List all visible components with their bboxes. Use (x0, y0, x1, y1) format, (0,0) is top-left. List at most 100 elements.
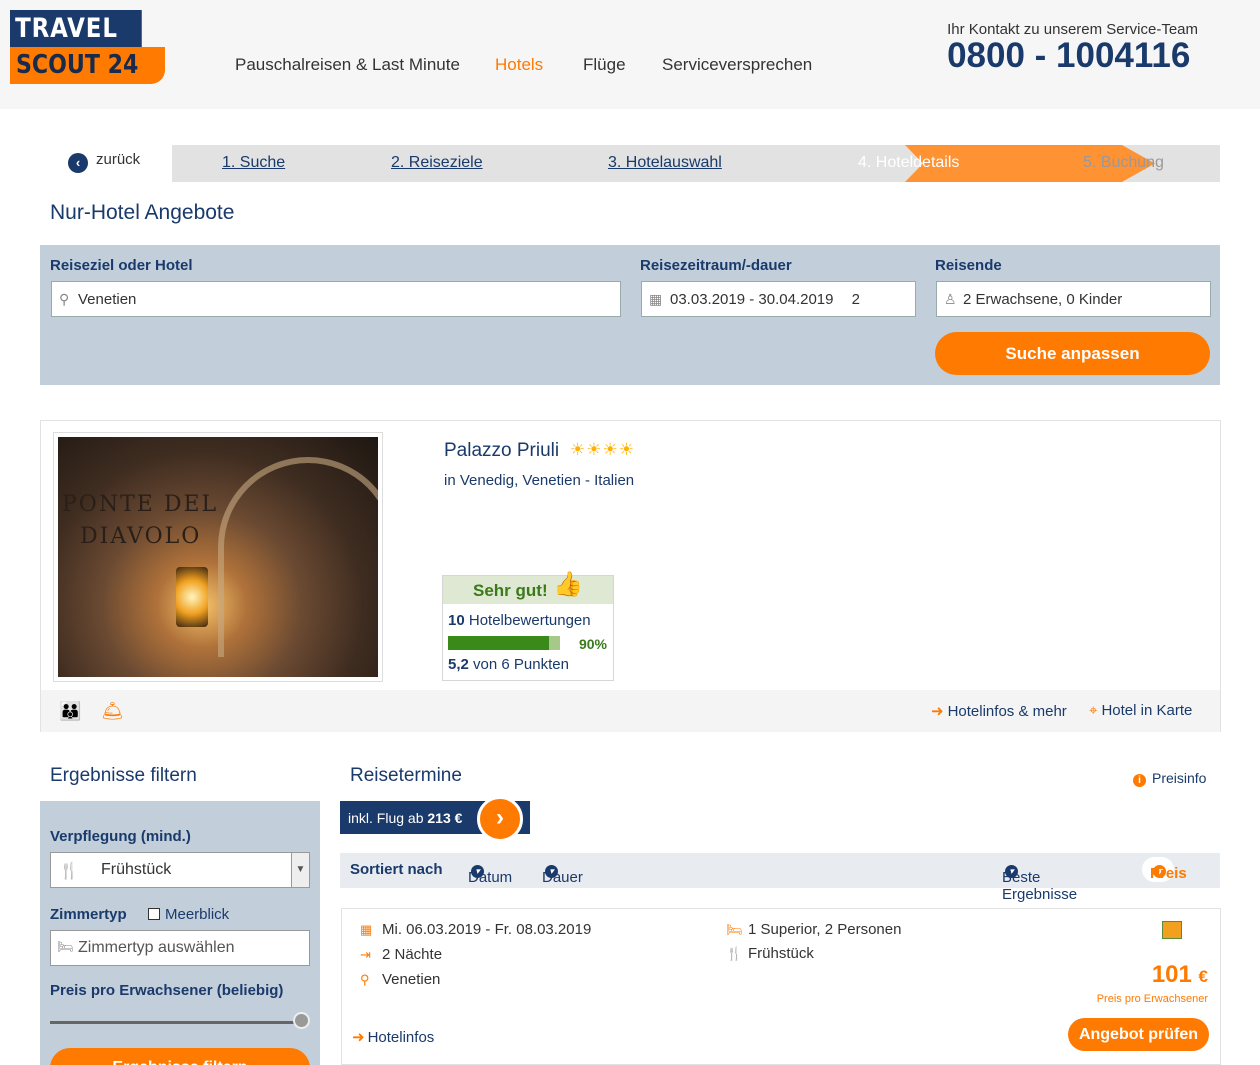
info-icon: i (1133, 774, 1146, 787)
recommend-bar-fill (448, 636, 549, 650)
score-value: 5,2 (448, 656, 469, 673)
sort-price[interactable]: Preis ▾ (1142, 857, 1187, 882)
check-offer-button[interactable]: Angebot prüfen (1068, 1018, 1209, 1051)
flight-offer-arrow-button[interactable]: › (477, 796, 523, 842)
step-reiseziele[interactable]: 2. Reiseziele (391, 154, 483, 172)
price-slider[interactable] (50, 1021, 308, 1024)
chevron-circle-icon: ➜ (931, 703, 944, 720)
offer-hotelinfo-link[interactable]: ➜ Hotelinfos (352, 1028, 434, 1046)
board-select[interactable]: 🍴 Frühstück ▼ (50, 852, 310, 888)
date-input[interactable]: ▦ 03.03.2019 - 30.04.2019 2 (641, 281, 916, 317)
family-icon: 👪 (59, 701, 82, 721)
seaview-checkbox[interactable]: Meerblick (148, 906, 229, 923)
hotel-footer: 👪 🛎 ➜ Hotelinfos & mehr ⌖ Hotel in Karte (41, 690, 1220, 732)
travelers-input[interactable]: ♙ 2 Erwachsene, 0 Kinder (936, 281, 1211, 317)
step-suche[interactable]: 1. Suche (222, 154, 285, 172)
filter-panel: Verpflegung (mind.) 🍴 Frühstück ▼ Zimmer… (40, 801, 320, 1065)
sort-date[interactable]: Datum ▾ (468, 861, 512, 886)
back-link[interactable]: ‹ zurück (68, 151, 140, 173)
price-slider-handle[interactable] (293, 1012, 310, 1029)
sort-duration[interactable]: Dauer ▾ (542, 861, 583, 886)
tour-operator-logo (1162, 921, 1182, 939)
destination-label: Reiseziel oder Hotel (50, 257, 193, 274)
sort-best[interactable]: Beste Ergebnisse ▾ (1002, 861, 1077, 903)
offer-nights: 2 Nächte (382, 946, 443, 963)
nav-pauschalreisen[interactable]: Pauschalreisen & Last Minute (235, 55, 460, 75)
sort-best-label: Beste Ergebnisse (1002, 869, 1078, 903)
offer-card: ▦ Mi. 06.03.2019 - Fr. 08.03.2019 ⇥ 2 Näch… (341, 908, 1221, 1065)
room-type-select[interactable]: 🛏 Zimmertyp auswählen (50, 930, 310, 966)
sort-bar: Sortiert nach Datum ▾ Dauer ▾ Beste Ergebn… (340, 853, 1220, 903)
chevron-down-icon: ▼ (291, 853, 309, 887)
rating-label: Sehr gut! (473, 581, 548, 600)
step-buchung: 5. Buchung (1083, 154, 1164, 171)
calendar-icon: ▦ (360, 922, 373, 937)
destination-input[interactable]: ⚲ Venetien (51, 281, 621, 317)
rating-box[interactable]: Sehr gut! 👍 10 Hotelbewertungen 90% 5,2 … (442, 571, 614, 681)
room-type-placeholder: Zimmertyp auswählen (78, 939, 235, 956)
reviews-count: 10 (448, 612, 465, 629)
offer-price-label: Preis pro Erwachsener (1096, 993, 1208, 1005)
offer-price: 101 (1151, 961, 1192, 988)
hotel-map-label: Hotel in Karte (1101, 702, 1193, 719)
recommend-bar (448, 636, 560, 650)
board-label: Verpflegung (mind.) (50, 828, 191, 845)
offer-hotelinfo-label: Hotelinfos (367, 1029, 435, 1046)
checkbox-box (148, 908, 160, 920)
cutlery-icon: 🍴 (726, 946, 743, 961)
results-title: Reisetermine (350, 765, 462, 786)
bed-icon: 🛏 (57, 939, 74, 954)
progress-steps: ‹ zurück 1. Suche 2. Reiseziele 3. Hotela… (60, 145, 1220, 182)
travelers-label: Reisende (935, 257, 1002, 274)
offer-room: 1 Superior, 2 Personen (748, 921, 902, 938)
offer-region: Venetien (382, 971, 441, 988)
reviews-text: Hotelbewertungen (468, 612, 591, 629)
sort-duration-label: Dauer (542, 869, 583, 886)
sort-date-label: Datum (468, 869, 513, 886)
price-info-link[interactable]: i Preisinfo (1133, 770, 1206, 787)
hotel-photo[interactable]: PONTE DEL DIAVOLO (53, 432, 383, 682)
price-label: Preis pro Erwachsener (beliebig) (50, 982, 284, 999)
chevron-circle-icon: ➜ (352, 1029, 365, 1046)
step-hoteldetails: 4. Hoteldetails (858, 154, 960, 171)
sort-price-label: Preis (1150, 865, 1187, 882)
page-title: Nur-Hotel Angebote (50, 201, 235, 224)
destination-value: Venetien (78, 291, 137, 308)
nav-fluege[interactable]: Flüge (583, 55, 626, 75)
person-icon: ♙ (944, 291, 957, 307)
sort-label: Sortiert nach (350, 861, 443, 878)
step-hotelauswahl[interactable]: 3. Hotelauswahl (608, 154, 722, 172)
hotel-stars: ☀☀☀☀ (570, 440, 635, 459)
logo[interactable]: TRAVEL SCOUT 24 (10, 10, 165, 84)
price-info-label: Preisinfo (1152, 770, 1207, 786)
hotel-map-link[interactable]: ⌖ Hotel in Karte (1089, 702, 1192, 719)
search-panel: Reiseziel oder Hotel ⚲ Venetien Reisezei… (40, 245, 1220, 385)
seaview-label: Meerblick (165, 906, 230, 923)
nav-serviceversprechen[interactable]: Serviceversprechen (662, 55, 812, 75)
duration-value: 2 (851, 291, 860, 308)
header: TRAVEL SCOUT 24 Pauschalreisen & Last Mi… (0, 0, 1260, 109)
lantern (176, 567, 208, 627)
hotel-card: PONTE DEL DIAVOLO Palazzo Priuli ☀☀☀☀ in … (40, 420, 1221, 732)
map-pin-icon: ⚲ (59, 291, 70, 307)
bed-icon: 🛏 (726, 922, 743, 937)
filter-title: Ergebnisse filtern (50, 765, 197, 786)
hotel-info-label: Hotelinfos & mehr (947, 703, 1067, 720)
search-submit-button[interactable]: Suche anpassen (935, 332, 1210, 375)
back-label: zurück (96, 151, 141, 168)
hotel-info-link[interactable]: ➜ Hotelinfos & mehr (931, 702, 1067, 720)
calendar-icon: ▦ (649, 291, 663, 307)
recommend-percent: 90% (578, 636, 607, 652)
nav-hotels[interactable]: Hotels (495, 55, 543, 75)
thumbs-up-icon: 👍 (553, 571, 583, 598)
logo-line-1: TRAVEL (10, 10, 142, 47)
travelers-value: 2 Erwachsene, 0 Kinder (963, 291, 1123, 308)
contact-phone[interactable]: 0800 - 1004116 (947, 36, 1198, 76)
photo-sign-line-1: PONTE DEL (62, 492, 219, 517)
apply-filter-button[interactable]: Ergebnisse filtern (50, 1048, 310, 1065)
offer-dates: Mi. 06.03.2019 - Fr. 08.03.2019 (382, 921, 592, 938)
date-label: Reisezeitraum/-dauer (640, 257, 792, 274)
map-pin-icon: ⚲ (360, 972, 370, 987)
hotel-name[interactable]: Palazzo Priuli (444, 440, 559, 462)
contact-box: Ihr Kontakt zu unserem Service-Team 0800… (947, 21, 1198, 76)
